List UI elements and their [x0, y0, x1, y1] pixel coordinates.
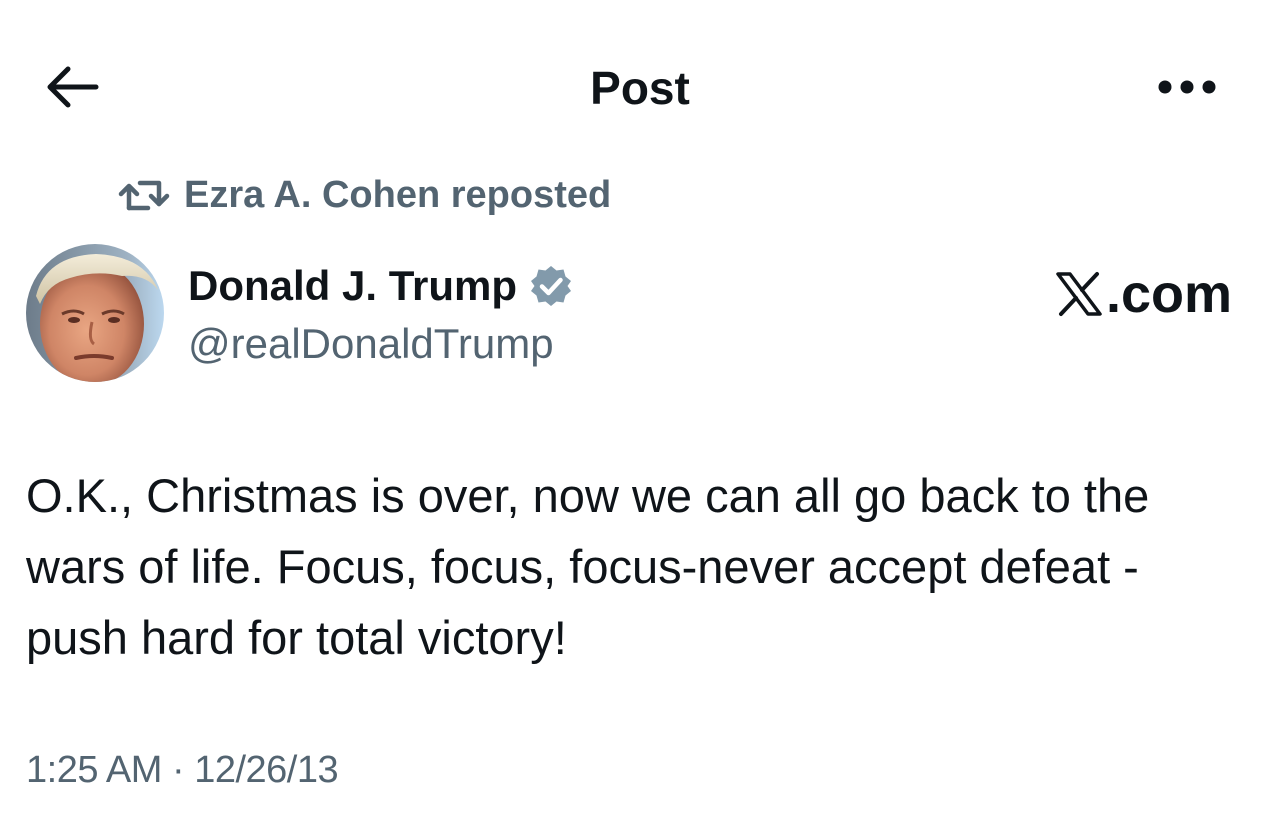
more-options-button[interactable]: [1152, 72, 1222, 102]
profile-photo: [26, 244, 164, 382]
author-name-row: Donald J. Trump: [188, 260, 573, 312]
page-title: Post: [590, 62, 690, 114]
avatar[interactable]: [26, 244, 164, 382]
repost-indicator[interactable]: Ezra A. Cohen reposted: [118, 170, 611, 220]
author-handle[interactable]: @realDonaldTrump: [188, 318, 554, 370]
repost-icon: [118, 180, 170, 211]
more-horizontal-icon: [1158, 80, 1216, 94]
watermark-text: .com: [1105, 264, 1232, 324]
repost-label: Ezra A. Cohen reposted: [184, 174, 612, 216]
x-com-watermark: .com: [1054, 262, 1232, 326]
author-name[interactable]: Donald J. Trump: [188, 260, 517, 312]
post-timestamp[interactable]: 1:25 AM · 12/26/13: [26, 745, 339, 795]
verified-badge-icon: [531, 266, 572, 306]
x-logo-icon: [1056, 272, 1102, 316]
post-text: O.K., Christmas is over, now we can all …: [26, 469, 1150, 664]
